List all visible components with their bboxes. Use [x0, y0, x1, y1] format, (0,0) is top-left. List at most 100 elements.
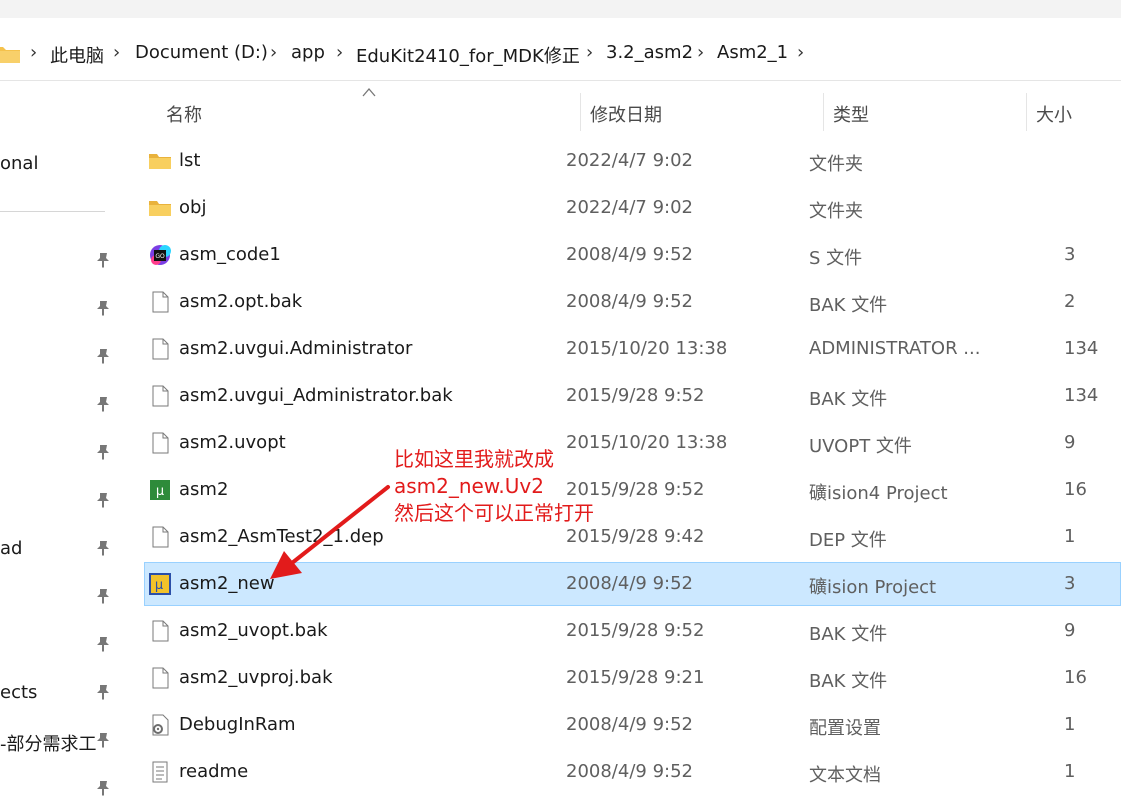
file-row[interactable]: asm2_uvproj.bak 2015/9/28 9:21 BAK 文件 16	[144, 656, 1121, 700]
file-type: BAK 文件	[809, 295, 888, 316]
breadcrumb-item-edukit[interactable]: EduKit2410_for_MDK修正	[356, 42, 580, 68]
file-row[interactable]: obj 2022/4/7 9:02 文件夹	[144, 186, 1121, 230]
file-type: 礦ision4 Project	[809, 483, 948, 504]
file-row[interactable]: asm2_uvopt.bak 2015/9/28 9:52 BAK 文件 9	[144, 609, 1121, 653]
file-name: DebugInRam	[179, 714, 296, 735]
breadcrumb-item-drive[interactable]: Document (D:)	[135, 42, 268, 63]
pin-icon[interactable]	[94, 443, 112, 461]
file-size: 3	[1064, 573, 1076, 594]
file-name: asm2	[179, 479, 229, 500]
file-name: asm2_new	[179, 573, 275, 594]
file-row[interactable]: µ asm2 2015/9/28 9:52 礦ision4 Project 16	[144, 468, 1121, 512]
file-icon	[148, 620, 172, 642]
file-row[interactable]: DebugInRam 2008/4/9 9:52 配置设置 1	[144, 703, 1121, 747]
file-size: 9	[1064, 620, 1076, 641]
file-type: DEP 文件	[809, 530, 887, 551]
sidebar-item-download[interactable]: ad	[0, 538, 22, 559]
pin-icon[interactable]	[94, 395, 112, 413]
file-row[interactable]: µ asm2_new 2008/4/9 9:52 礦ision Project 3	[144, 562, 1121, 606]
pin-icon[interactable]	[94, 539, 112, 557]
file-icon	[148, 385, 172, 407]
pin-icon[interactable]	[94, 347, 112, 365]
breadcrumb-item-app[interactable]: app	[291, 42, 325, 63]
column-header-name[interactable]: 名称	[166, 101, 202, 127]
goland-icon: GO	[148, 244, 172, 266]
file-date: 2008/4/9 9:52	[566, 291, 693, 312]
uvision-icon: µ	[148, 573, 172, 595]
file-name: asm_code1	[179, 244, 281, 265]
annotation-line: asm2_new.Uv2	[394, 474, 544, 498]
file-name: asm2.opt.bak	[179, 291, 303, 312]
file-icon	[148, 432, 172, 454]
file-type: 礦ision Project	[809, 577, 937, 598]
breadcrumb-item-asm2-folder[interactable]: 3.2_asm2	[606, 42, 693, 63]
file-date: 2015/9/28 9:21	[566, 667, 705, 688]
column-divider[interactable]	[1026, 93, 1027, 131]
uvision4-icon: µ	[148, 479, 172, 501]
file-row[interactable]: lst 2022/4/7 9:02 文件夹	[144, 139, 1121, 183]
file-size: 3	[1064, 244, 1076, 265]
file-size: 2	[1064, 291, 1076, 312]
file-type: 配置设置	[809, 718, 881, 739]
breadcrumb-item-this-pc[interactable]: 此电脑	[50, 42, 104, 68]
text-file-icon	[148, 761, 172, 783]
file-list: 名称 修改日期 类型 大小 lst 2022/4/7 9:02 文件夹 obj 2022…	[120, 81, 1121, 800]
file-date: 2008/4/9 9:52	[566, 761, 693, 782]
column-header-size[interactable]: 大小	[1036, 101, 1072, 127]
file-name: asm2.uvopt	[179, 432, 286, 453]
file-name: readme	[179, 761, 249, 782]
file-type: BAK 文件	[809, 671, 888, 692]
chevron-right-icon[interactable]: ›	[797, 42, 804, 63]
pin-icon[interactable]	[94, 587, 112, 605]
file-type: UVOPT 文件	[809, 436, 912, 457]
column-header-date[interactable]: 修改日期	[590, 101, 662, 127]
chevron-right-icon: ›	[336, 42, 344, 63]
breadcrumb[interactable]: › 此电脑 › Document (D:) › app › EduKit2410…	[0, 26, 1121, 81]
window-top-strip	[0, 0, 1121, 18]
chevron-right-icon: ›	[113, 42, 121, 63]
sidebar-item-personal[interactable]: onal	[0, 153, 38, 174]
file-row[interactable]: asm2.uvgui.Administrator 2015/10/20 13:38…	[144, 327, 1121, 371]
column-divider[interactable]	[823, 93, 824, 131]
annotation-note: 比如这里我就改成 asm2_new.Uv2 然后这个可以正常打开	[394, 446, 594, 527]
sort-ascending-icon	[362, 88, 376, 97]
file-name: lst	[179, 150, 201, 171]
svg-text:µ: µ	[155, 578, 163, 593]
file-size: 9	[1064, 432, 1076, 453]
chevron-right-icon: ›	[270, 42, 278, 63]
pin-icon[interactable]	[94, 683, 112, 701]
file-name: asm2_AsmTest2_1.dep	[179, 526, 384, 547]
file-size: 1	[1064, 526, 1076, 547]
pin-icon[interactable]	[94, 779, 112, 797]
folder-icon	[148, 150, 172, 172]
file-row[interactable]: asm2.opt.bak 2008/4/9 9:52 BAK 文件 2	[144, 280, 1121, 324]
annotation-line: 然后这个可以正常打开	[394, 501, 594, 525]
file-date: 2008/4/9 9:52	[566, 573, 693, 594]
column-header-type[interactable]: 类型	[833, 101, 869, 127]
file-row[interactable]: readme 2008/4/9 9:52 文本文档 1	[144, 750, 1121, 794]
pin-icon[interactable]	[94, 635, 112, 653]
file-date: 2015/9/28 9:52	[566, 385, 705, 406]
file-type: BAK 文件	[809, 389, 888, 410]
file-name: asm2.uvgui.Administrator	[179, 338, 413, 359]
file-row[interactable]: GO asm_code1 2008/4/9 9:52 S 文件 3	[144, 233, 1121, 277]
file-date: 2022/4/7 9:02	[566, 197, 693, 218]
file-size: 16	[1064, 479, 1087, 500]
file-size: 16	[1064, 667, 1087, 688]
file-row[interactable]: asm2.uvgui_Administrator.bak 2015/9/28 9:…	[144, 374, 1121, 418]
file-name: asm2.uvgui_Administrator.bak	[179, 385, 453, 406]
pin-icon[interactable]	[94, 491, 112, 509]
file-row[interactable]: asm2.uvopt 2015/10/20 13:38 UVOPT 文件 9	[144, 421, 1121, 465]
file-date: 2008/4/9 9:52	[566, 714, 693, 735]
sidebar-item-projects[interactable]: ects	[0, 682, 37, 703]
file-type: 文件夹	[809, 201, 863, 222]
pin-icon[interactable]	[94, 299, 112, 317]
file-type: ADMINISTRATOR ...	[809, 338, 981, 359]
file-icon	[148, 338, 172, 360]
pin-icon[interactable]	[94, 251, 112, 269]
breadcrumb-item-asm2-1[interactable]: Asm2_1	[717, 42, 788, 63]
pin-icon[interactable]	[94, 731, 112, 749]
file-row[interactable]: asm2_AsmTest2_1.dep 2015/9/28 9:42 DEP 文件 1	[144, 515, 1121, 559]
sidebar-item-requirements[interactable]: -部分需求工	[0, 730, 97, 756]
column-divider[interactable]	[580, 93, 581, 131]
